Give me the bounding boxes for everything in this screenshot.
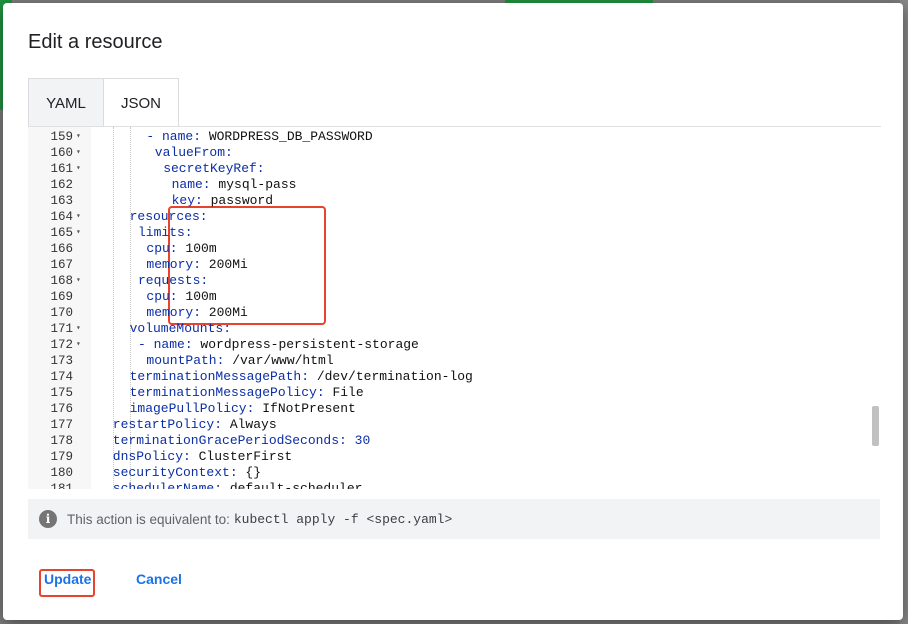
line-number: 169 — [50, 290, 73, 304]
code-line: 174 terminationMessagePath: /dev/terminat… — [28, 369, 881, 385]
code-line: 179 dnsPolicy: ClusterFirst — [28, 449, 881, 465]
line-number: 174 — [50, 370, 73, 384]
code-text: terminationMessagePolicy: File — [129, 385, 364, 400]
code-line: 164 ▾ resources: — [28, 209, 881, 225]
line-number: 181 — [50, 482, 73, 489]
fold-arrow-icon[interactable]: ▾ — [76, 209, 81, 225]
code-line: 162 name: mysql-pass — [28, 177, 881, 193]
code-text: schedulerName: default-scheduler — [112, 481, 363, 489]
code-line: 159 ▾ - name: WORDPRESS_DB_PASSWORD — [28, 129, 881, 145]
code-text: name: mysql-pass — [171, 177, 297, 192]
fold-arrow-icon[interactable]: ▾ — [76, 321, 81, 337]
format-tabs: YAML JSON — [28, 78, 179, 128]
code-text: volumeMounts: — [129, 321, 232, 336]
code-text: requests: — [138, 273, 209, 288]
code-line: 161 ▾ secretKeyRef: — [28, 161, 881, 177]
line-number: 176 — [50, 402, 73, 416]
fold-arrow-icon[interactable]: ▾ — [76, 225, 81, 241]
code-line: 180 securityContext: {} — [28, 465, 881, 481]
code-line: 169 cpu: 100m — [28, 289, 881, 305]
info-text: This action is equivalent to: — [67, 511, 230, 527]
code-line: 166 cpu: 100m — [28, 241, 881, 257]
code-line: 181 schedulerName: default-scheduler — [28, 481, 881, 489]
code-line: 177 restartPolicy: Always — [28, 417, 881, 433]
update-button[interactable]: Update — [44, 571, 91, 587]
line-number: 161 — [50, 162, 73, 176]
code-text: memory: 200Mi — [146, 305, 248, 320]
code-line: 176 imagePullPolicy: IfNotPresent — [28, 401, 881, 417]
line-number: 159 — [50, 130, 73, 144]
code-line: 178 terminationGracePeriodSeconds: 30 — [28, 433, 881, 449]
line-number: 163 — [50, 194, 73, 208]
fold-arrow-icon[interactable]: ▾ — [76, 161, 81, 177]
code-line: 160 ▾ valueFrom: — [28, 145, 881, 161]
line-number: 170 — [50, 306, 73, 320]
code-text: restartPolicy: Always — [112, 417, 277, 432]
tab-yaml[interactable]: YAML — [29, 79, 103, 128]
code-text: terminationMessagePath: /dev/termination… — [129, 369, 473, 384]
code-text: resources: — [129, 209, 208, 224]
code-line: 163 key: password — [28, 193, 881, 209]
line-number: 177 — [50, 418, 73, 432]
line-number: 166 — [50, 242, 73, 256]
code-text: cpu: 100m — [146, 241, 217, 256]
line-number: 178 — [50, 434, 73, 448]
code-text: limits: — [138, 225, 193, 240]
code-line: 175 terminationMessagePolicy: File — [28, 385, 881, 401]
code-text: key: password — [171, 193, 274, 208]
code-text: - name: WORDPRESS_DB_PASSWORD — [146, 129, 373, 144]
code-text: valueFrom: — [154, 145, 233, 160]
fold-arrow-icon[interactable]: ▾ — [76, 145, 81, 161]
code-line: 172 ▾ - name: wordpress-persistent-storage — [28, 337, 881, 353]
code-editor[interactable]: 159 ▾ - name: WORDPRESS_DB_PASSWORD 160 ▾ val… — [28, 126, 881, 489]
code-line: 171 ▾ volumeMounts: — [28, 321, 881, 337]
code-text: imagePullPolicy: IfNotPresent — [129, 401, 356, 416]
code-text: secretKeyRef: — [163, 161, 265, 176]
code-text: terminationGracePeriodSeconds: 30 — [112, 433, 371, 448]
line-number: 172 — [50, 338, 73, 352]
line-number: 173 — [50, 354, 73, 368]
fold-arrow-icon[interactable]: ▾ — [76, 273, 81, 289]
line-number: 168 — [50, 274, 73, 288]
code-line: 170 memory: 200Mi — [28, 305, 881, 321]
line-number: 179 — [50, 450, 73, 464]
dialog-title: Edit a resource — [28, 31, 163, 53]
info-bar: i This action is equivalent to: kubectl … — [28, 499, 880, 539]
code-line: 168 ▾ requests: — [28, 273, 881, 289]
edit-resource-dialog: Edit a resource YAML JSON 159 ▾ - name: WO… — [3, 3, 903, 620]
fold-arrow-icon[interactable]: ▾ — [76, 337, 81, 353]
tab-json[interactable]: JSON — [103, 79, 178, 128]
code-line: 165 ▾ limits: — [28, 225, 881, 241]
line-number: 171 — [50, 322, 73, 336]
info-icon: i — [39, 510, 57, 528]
code-line: 173 mountPath: /var/www/html — [28, 353, 881, 369]
info-command: kubectl apply -f <spec.yaml> — [233, 511, 453, 527]
code-line: 167 memory: 200Mi — [28, 257, 881, 273]
line-number: 167 — [50, 258, 73, 272]
code-text: securityContext: {} — [112, 465, 262, 480]
code-text: - name: wordpress-persistent-storage — [138, 337, 419, 352]
line-number: 160 — [50, 146, 73, 160]
code-text: dnsPolicy: ClusterFirst — [112, 449, 293, 464]
line-number: 165 — [50, 226, 73, 240]
line-number: 164 — [50, 210, 73, 224]
fold-arrow-icon[interactable]: ▾ — [76, 129, 81, 145]
line-number: 162 — [50, 178, 73, 192]
cancel-button[interactable]: Cancel — [136, 571, 182, 587]
code-text: mountPath: /var/www/html — [146, 353, 334, 368]
code-text: memory: 200Mi — [146, 257, 248, 272]
code-text: cpu: 100m — [146, 289, 217, 304]
line-number: 180 — [50, 466, 73, 480]
line-number: 175 — [50, 386, 73, 400]
